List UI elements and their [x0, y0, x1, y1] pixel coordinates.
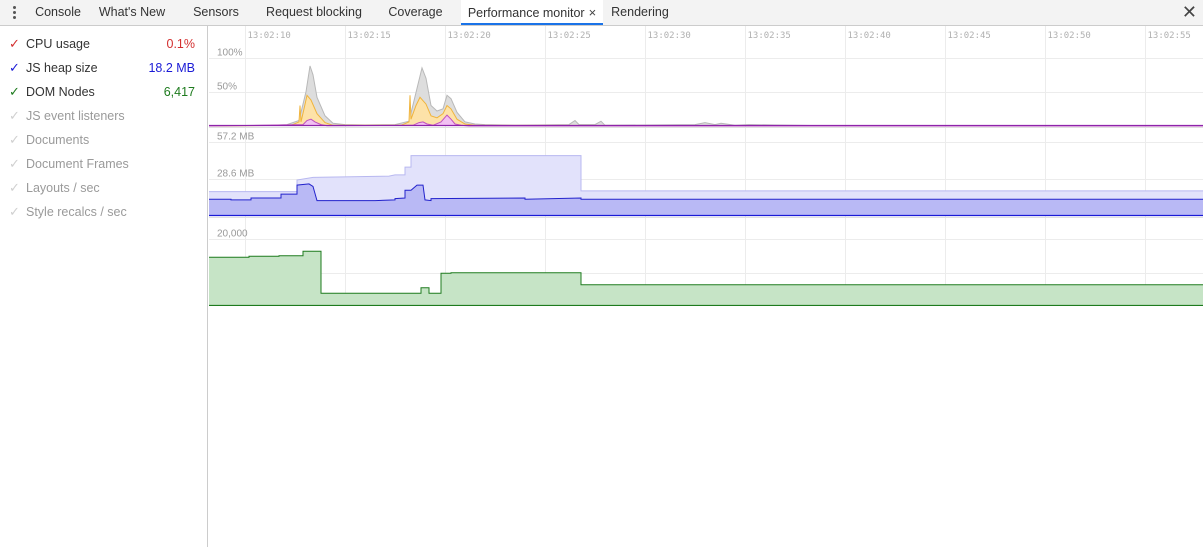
tab-label: Console	[35, 5, 81, 19]
metric-label: JS event listeners	[26, 109, 125, 123]
checkmark-icon: ✓	[9, 204, 20, 219]
tab-label: Performance monitor	[467, 6, 585, 20]
cpu-scale-label: 100%	[217, 48, 243, 59]
tab-console[interactable]: Console	[26, 0, 90, 25]
time-tick-label: 13:02:25	[548, 31, 591, 41]
close-tab-icon[interactable]: ×	[589, 5, 597, 20]
metric-label: Style recalcs / sec	[26, 205, 127, 219]
checkmark-icon: ✓	[9, 108, 20, 123]
time-tick-label: 13:02:15	[348, 31, 391, 41]
time-tick-label: 13:02:50	[1048, 31, 1091, 41]
cpu-series-line	[209, 94, 1203, 127]
metric-js-heap-size[interactable]: ✓ JS heap size 18.2 MB	[0, 56, 207, 80]
tab-label: Request blocking	[266, 5, 362, 19]
metric-value: 0.1%	[166, 37, 196, 51]
metric-label: DOM Nodes	[26, 85, 95, 99]
tab-whats-new[interactable]: What's New	[93, 0, 171, 25]
time-tick-label: 13:02:30	[648, 31, 691, 41]
metric-cpu-usage[interactable]: ✓ CPU usage 0.1%	[0, 32, 207, 56]
tab-performance-monitor[interactable]: Performance monitor ×	[461, 0, 603, 25]
checkmark-icon: ✓	[9, 156, 20, 171]
time-tick-label: 13:02:40	[848, 31, 891, 41]
metric-document-frames[interactable]: ✓ Document Frames	[0, 152, 207, 176]
heap-scale-label: 57.2 MB	[217, 132, 255, 143]
metric-value: 6,417	[163, 85, 195, 99]
charts-canvas: 13:02:10 13:02:15 13:02:20 13:02:25 13:02:30…	[209, 26, 1203, 306]
cpu-series-area	[209, 95, 1203, 126]
checkmark-icon: ✓	[9, 84, 20, 99]
cpu-series-line	[209, 65, 1203, 127]
tab-sensors[interactable]: Sensors	[185, 0, 247, 25]
metrics-sidebar: ✓ CPU usage 0.1% ✓ JS heap size 18.2 MB …	[0, 26, 208, 547]
metric-layouts-per-sec[interactable]: ✓ Layouts / sec	[0, 176, 207, 200]
time-tick-label: 13:02:55	[1148, 31, 1191, 41]
metric-dom-nodes[interactable]: ✓ DOM Nodes 6,417	[0, 80, 207, 104]
metric-label: Layouts / sec	[26, 181, 100, 195]
time-tick-label: 13:02:45	[948, 31, 991, 41]
cpu-scale-label: 50%	[217, 82, 237, 93]
more-tools-menu-icon[interactable]	[6, 4, 22, 22]
metric-value: 18.2 MB	[148, 61, 195, 75]
close-drawer-icon[interactable]: ✕	[1182, 2, 1197, 22]
dom-scale-label: 20,000	[217, 229, 248, 240]
tab-label: What's New	[98, 5, 166, 19]
time-tick-label: 13:02:35	[748, 31, 791, 41]
tab-coverage[interactable]: Coverage	[381, 0, 450, 25]
metric-documents[interactable]: ✓ Documents	[0, 128, 207, 152]
metric-style-recalcs-per-sec[interactable]: ✓ Style recalcs / sec	[0, 200, 207, 224]
tab-request-blocking[interactable]: Request blocking	[258, 0, 370, 25]
metric-label: Documents	[26, 133, 90, 147]
time-tick-label: 13:02:10	[248, 31, 291, 41]
metric-js-event-listeners[interactable]: ✓ JS event listeners	[0, 104, 207, 128]
metric-label: CPU usage	[26, 37, 90, 51]
heap-scale-label: 28.6 MB	[217, 169, 255, 180]
metric-label: Document Frames	[26, 157, 129, 171]
tab-label: Coverage	[388, 5, 443, 19]
drawer-tab-bar: Console What's New Sensors Request block…	[0, 0, 1203, 26]
checkmark-icon: ✓	[9, 60, 20, 75]
time-tick-label: 13:02:20	[448, 31, 491, 41]
dom-series-area	[209, 251, 1203, 306]
tab-rendering[interactable]: Rendering	[605, 0, 675, 25]
metric-label: JS heap size	[26, 61, 98, 75]
cpu-series-area	[209, 65, 1203, 126]
tab-label: Rendering	[611, 5, 669, 19]
checkmark-icon: ✓	[9, 180, 20, 195]
tab-label: Sensors	[193, 5, 239, 19]
checkmark-icon: ✓	[9, 132, 20, 147]
checkmark-icon: ✓	[9, 36, 20, 51]
performance-charts: 13:02:10 13:02:15 13:02:20 13:02:25 13:02:30…	[209, 26, 1203, 306]
